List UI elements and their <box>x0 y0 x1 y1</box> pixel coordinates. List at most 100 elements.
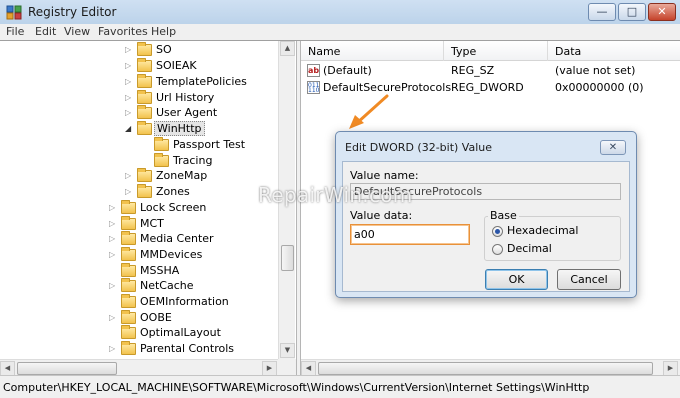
menu-file[interactable]: File <box>6 25 24 38</box>
expand-icon[interactable]: ▷ <box>125 78 133 86</box>
cancel-button[interactable]: Cancel <box>557 269 621 290</box>
decimal-label[interactable]: Decimal <box>507 242 552 255</box>
scrollbar-corner <box>278 359 296 376</box>
tree-node-label: SOIEAK <box>156 59 197 72</box>
tree-horizontal-scrollbar[interactable]: ◀ ▶ <box>0 359 278 376</box>
list-row-default[interactable]: ab (Default) REG_SZ (value not set) <box>301 63 680 80</box>
tree-node-label: MMDevices <box>140 248 203 261</box>
tree-node-label: MCT <box>140 217 164 230</box>
status-bar: Computer\HKEY_LOCAL_MACHINE\SOFTWARE\Mic… <box>0 375 680 398</box>
scroll-thumb[interactable] <box>318 362 653 375</box>
expand-icon[interactable]: ▷ <box>125 94 133 102</box>
value-data-input[interactable]: a00 <box>350 224 470 245</box>
value-type: REG_DWORD <box>451 81 524 94</box>
tree-node-label: MSSHA <box>140 264 180 277</box>
value-data: (value not set) <box>555 64 636 77</box>
folder-open-icon <box>137 121 152 135</box>
scroll-left-icon[interactable]: ◀ <box>0 361 15 376</box>
dialog-body: Value name: DefaultSecureProtocols Value… <box>342 161 630 292</box>
expand-icon[interactable]: ▷ <box>109 220 117 228</box>
maximize-icon: □ <box>626 5 638 18</box>
hexadecimal-radio[interactable] <box>492 226 503 237</box>
value-type: REG_SZ <box>451 64 495 77</box>
expand-icon[interactable]: ▷ <box>125 46 133 54</box>
dialog-close-button[interactable]: ✕ <box>600 140 626 155</box>
dialog-title: Edit DWORD (32-bit) Value <box>345 141 493 154</box>
expand-icon[interactable]: ▷ <box>109 251 117 259</box>
value-data-label: Value data: <box>350 209 413 222</box>
tree-node-label: OEMInformation <box>140 295 229 308</box>
folder-icon <box>121 294 136 308</box>
folder-icon <box>137 58 152 72</box>
folder-icon <box>121 231 136 245</box>
scroll-thumb[interactable] <box>17 362 117 375</box>
tree-node-label: TemplatePolicies <box>156 75 247 88</box>
menu-help[interactable]: Help <box>151 25 176 38</box>
column-divider[interactable] <box>443 41 444 61</box>
tree-node-label: NetCache <box>140 279 194 292</box>
tree-node-label: Parental Controls <box>140 342 234 355</box>
column-divider[interactable] <box>547 41 548 61</box>
tree-node-label: WinHttp <box>154 121 205 136</box>
value-data: 0x00000000 (0) <box>555 81 644 94</box>
string-value-icon: ab <box>307 64 320 77</box>
close-button[interactable]: ✕ <box>648 3 676 21</box>
menu-edit[interactable]: Edit <box>35 25 56 38</box>
title-bar[interactable]: Registry Editor — □ ✕ <box>0 0 680 24</box>
collapse-icon[interactable]: ◢ <box>125 125 133 133</box>
ok-button[interactable]: OK <box>485 269 548 290</box>
tree-node-label: ZoneMap <box>156 169 208 182</box>
column-header-name[interactable]: Name <box>308 45 340 58</box>
tree-node-label: OptimalLayout <box>140 326 221 339</box>
list-horizontal-scrollbar[interactable]: ◀ ▶ <box>301 359 680 376</box>
expand-icon[interactable]: ▷ <box>109 345 117 353</box>
window-title: Registry Editor <box>28 5 117 19</box>
expand-icon[interactable]: ▷ <box>125 109 133 117</box>
folder-icon <box>137 90 152 104</box>
tree-node-label: OOBE <box>140 311 172 324</box>
folder-icon <box>121 310 136 324</box>
hexadecimal-label[interactable]: Hexadecimal <box>507 224 578 237</box>
decimal-radio[interactable] <box>492 244 503 255</box>
expand-icon[interactable]: ▷ <box>125 172 133 180</box>
watermark: RepairWin.com <box>258 183 413 207</box>
folder-icon <box>154 137 169 151</box>
column-header-data[interactable]: Data <box>555 45 581 58</box>
scroll-right-icon[interactable]: ▶ <box>262 361 277 376</box>
scroll-thumb[interactable] <box>281 245 294 271</box>
maximize-button[interactable]: □ <box>618 3 646 21</box>
value-name: (Default) <box>323 64 372 77</box>
close-icon: ✕ <box>608 142 618 153</box>
folder-icon <box>137 105 152 119</box>
folder-icon <box>121 341 136 355</box>
menu-bar: File Edit View Favorites Help <box>0 24 680 40</box>
menu-favorites[interactable]: Favorites <box>98 25 148 38</box>
base-group: Base Hexadecimal Decimal <box>484 209 621 261</box>
tree-node-label: User Agent <box>156 106 218 119</box>
minimize-button[interactable]: — <box>588 3 616 21</box>
scroll-right-icon[interactable]: ▶ <box>663 361 678 376</box>
tree-node-label: Lock Screen <box>140 201 207 214</box>
folder-icon <box>137 184 152 198</box>
folder-icon <box>121 263 136 277</box>
arrow-annotation-icon <box>349 94 389 129</box>
tree-node-label: Tracing <box>173 154 213 167</box>
tree-node-label: Media Center <box>140 232 214 245</box>
expand-icon[interactable]: ▷ <box>109 235 117 243</box>
expand-icon[interactable]: ▷ <box>125 188 133 196</box>
expand-icon[interactable]: ▷ <box>109 282 117 290</box>
scroll-up-icon[interactable]: ▲ <box>280 41 295 56</box>
expand-icon[interactable]: ▷ <box>109 314 117 322</box>
scroll-left-icon[interactable]: ◀ <box>301 361 316 376</box>
scroll-down-icon[interactable]: ▼ <box>280 343 295 358</box>
folder-icon <box>154 153 169 167</box>
folder-icon <box>137 168 152 182</box>
tree-node-label: SO <box>156 43 172 56</box>
expand-icon[interactable]: ▷ <box>125 62 133 70</box>
key-tree[interactable]: ▷ SO ▷ SOIEAK ▷ TemplatePolicies ▷ Url H… <box>0 41 296 376</box>
expand-icon[interactable]: ▷ <box>109 204 117 212</box>
list-header: Name Type Data <box>301 41 680 61</box>
menu-view[interactable]: View <box>64 25 90 38</box>
column-header-type[interactable]: Type <box>451 45 476 58</box>
folder-icon <box>121 278 136 292</box>
